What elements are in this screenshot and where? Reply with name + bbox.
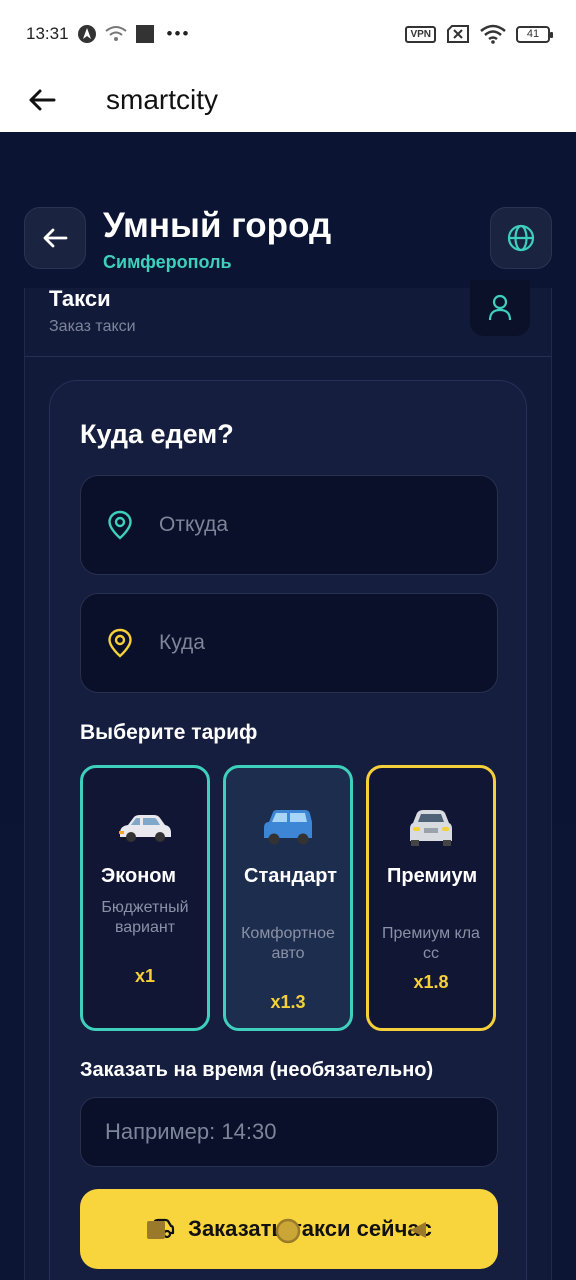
time-label: Заказать на время (необязательно) — [80, 1059, 434, 1081]
vpn-badge: VPN — [405, 25, 436, 43]
square-icon — [147, 1221, 165, 1239]
location-pin-icon — [81, 510, 159, 540]
from-field[interactable] — [80, 475, 498, 575]
app-bar: smartcity — [0, 68, 576, 132]
order-form-card: Куда едем? Выберите тариф Эконом — [49, 380, 527, 1280]
main-content: Умный город Симферополь Такси Заказ такс… — [0, 132, 576, 1280]
home-button[interactable] — [275, 1218, 301, 1249]
tariff-multiplier: x1.8 — [413, 972, 449, 992]
tariff-economy[interactable]: Эконом Бюджетный вариант x1 — [80, 765, 210, 1031]
globe-icon — [507, 224, 535, 252]
triangle-back-icon — [410, 1222, 426, 1238]
form-title: Куда едем? — [80, 419, 234, 449]
tariff-multiplier: x1 — [134, 966, 156, 986]
city-name: Симферополь — [103, 252, 232, 272]
tariff-name: Премиум — [387, 865, 478, 887]
page-header: Умный город Симферополь — [0, 132, 576, 290]
section-subtitle: Заказ такси — [49, 318, 136, 335]
recent-apps-button[interactable] — [146, 1220, 166, 1245]
tariff-premium[interactable]: Премиум Премиум класс x1.8 — [366, 765, 496, 1031]
tariff-description: Премиум класс — [382, 925, 480, 962]
user-icon — [488, 294, 512, 321]
language-button[interactable] — [490, 207, 552, 269]
wifi-small-icon — [104, 25, 127, 43]
car-icon — [83, 798, 207, 858]
taxi-section: Такси Заказ такси Куда едем? Выберите та… — [24, 280, 552, 1280]
from-input[interactable] — [159, 513, 459, 537]
battery-level: 41 — [526, 28, 540, 40]
navigation-icon — [77, 24, 97, 44]
system-nav-bar — [0, 1212, 576, 1252]
time-field[interactable] — [80, 1097, 498, 1167]
nav-back-button[interactable] — [408, 1220, 428, 1245]
time-input[interactable] — [105, 1119, 465, 1145]
tariff-description: Бюджетный вариант — [101, 899, 189, 936]
divider — [25, 356, 551, 357]
app-square-icon — [135, 24, 155, 44]
tariff-label: Выберите тариф — [80, 721, 258, 744]
tariff-standard[interactable]: Стандарт Комфортное авто x1.3 — [223, 765, 353, 1031]
more-indicator: ••• — [166, 24, 191, 43]
back-button[interactable] — [24, 207, 86, 269]
arrow-left-icon — [43, 228, 68, 248]
wifi-icon — [480, 24, 506, 44]
destination-pin-icon — [81, 628, 159, 658]
tariff-description: Комфортное авто — [241, 925, 335, 962]
battery-indicator: 41 — [516, 25, 553, 43]
section-title: Такси — [49, 286, 111, 311]
no-sim-icon — [446, 25, 470, 43]
to-field[interactable] — [80, 593, 498, 693]
status-time: 13:31 — [26, 24, 69, 43]
circle-icon — [275, 1218, 301, 1244]
tariff-multiplier: x1.3 — [270, 992, 306, 1012]
arrow-left-icon — [29, 89, 56, 111]
profile-button[interactable] — [470, 280, 530, 336]
tariff-name: Стандарт — [244, 865, 338, 887]
suv-icon — [226, 798, 350, 858]
to-input[interactable] — [159, 631, 459, 655]
premium-car-icon — [369, 798, 493, 858]
app-title: smartcity — [106, 84, 218, 115]
page-title: Умный город — [103, 206, 332, 245]
tariff-name: Эконом — [101, 865, 177, 887]
status-bar: 13:31 ••• VPN 41 — [0, 0, 576, 68]
app-back-button[interactable] — [0, 68, 84, 132]
